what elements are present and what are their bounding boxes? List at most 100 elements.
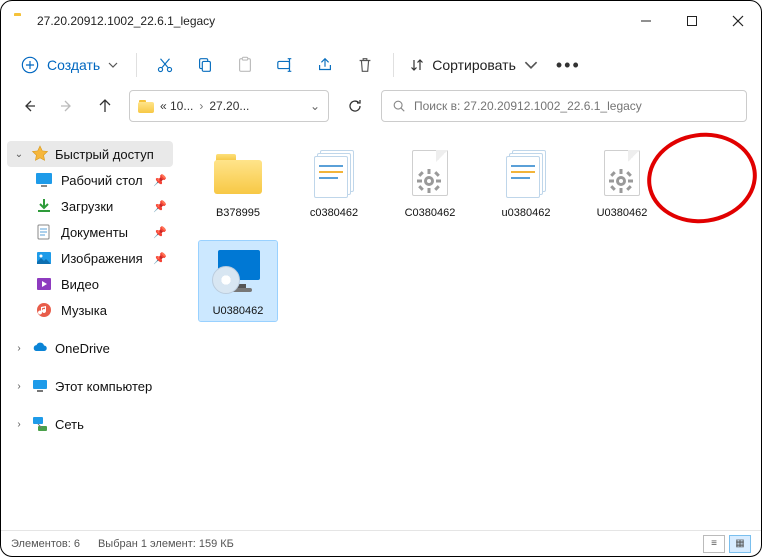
delete-button[interactable] [345,45,385,85]
sidebar-item-downloads[interactable]: Загрузки 📌 [7,193,173,219]
file-label: U0380462 [597,207,648,219]
file-item[interactable]: U0380462 [199,241,277,321]
sort-button[interactable]: Сортировать [402,51,546,79]
sidebar-item-desktop[interactable]: Рабочий стол 📌 [7,167,173,193]
new-button[interactable]: Создать [11,50,128,80]
sidebar-network[interactable]: › Сеть [7,411,173,437]
status-bar: Элементов: 6 Выбран 1 элемент: 159 КБ ≡ … [1,530,761,556]
refresh-icon [347,98,363,114]
folder-icon [13,13,29,29]
sidebar-item-label: Сеть [55,417,84,432]
item-count: Элементов: 6 [11,538,80,550]
sidebar-item-documents[interactable]: Документы 📌 [7,219,173,245]
sort-label: Сортировать [432,57,516,73]
explorer-window: 27.20.20912.1002_22.6.1_legacy Создать [0,0,762,557]
sidebar-item-pictures[interactable]: Изображения 📌 [7,245,173,271]
file-label: B378995 [216,207,260,219]
more-button[interactable]: ••• [546,55,591,76]
pin-icon: 📌 [153,174,167,187]
sidebar-item-music[interactable]: Музыка [7,297,173,323]
plus-circle-icon [21,56,39,74]
toolbar: Создать Сортировать ••• [1,41,761,89]
sidebar-onedrive[interactable]: › OneDrive [7,335,173,361]
chevron-down-icon [108,60,118,70]
pin-icon: 📌 [153,200,167,213]
navigation-bar: « 10... › 27.20... ⌄ [1,89,761,129]
sidebar-item-label: Этот компьютер [55,379,152,394]
breadcrumb-current[interactable]: 27.20... [209,99,249,113]
computer-icon [31,377,49,395]
copy-button[interactable] [185,45,225,85]
chevron-down-icon: ⌄ [13,149,25,160]
rename-icon [276,56,294,74]
view-toggle: ≡ ▦ [703,535,751,553]
breadcrumb-parent[interactable]: « 10... [160,99,193,113]
forward-button[interactable] [53,92,81,120]
clipboard-icon [236,56,254,74]
sidebar-item-label: Быстрый доступ [55,147,154,162]
sidebar-item-label: Изображения [61,251,143,266]
window-title: 27.20.20912.1002_22.6.1_legacy [37,14,623,28]
paste-button[interactable] [225,45,265,85]
new-label: Создать [47,57,100,73]
file-item[interactable]: u0380462 [487,143,565,223]
file-item[interactable]: B378995 [199,143,277,223]
rename-button[interactable] [265,45,305,85]
up-button[interactable] [91,92,119,120]
cut-button[interactable] [145,45,185,85]
sidebar-item-label: Загрузки [61,199,113,214]
copy-icon [196,56,214,74]
folder-icon [138,100,154,113]
chevron-right-icon: › [199,99,203,113]
chevron-right-icon: › [13,343,25,354]
share-button[interactable] [305,45,345,85]
network-icon [31,415,49,433]
sidebar-this-pc[interactable]: › Этот компьютер [7,373,173,399]
file-item[interactable]: c0380462 [295,143,373,223]
close-button[interactable] [715,1,761,41]
music-icon [35,301,53,319]
file-label: C0380462 [405,207,456,219]
separator [136,53,137,77]
folder-icon [214,154,262,194]
settings-file-icon [408,150,452,198]
chevron-right-icon: › [13,419,25,430]
installer-icon [212,250,264,294]
separator [393,53,394,77]
window-controls [623,1,761,41]
file-view[interactable]: B378995 c0380462 C0380462 u0380462 U0380… [179,129,761,530]
search-box[interactable] [381,90,747,122]
file-label: u0380462 [502,207,551,219]
star-icon [31,145,49,163]
search-input[interactable] [414,99,736,113]
file-item[interactable]: C0380462 [391,143,469,223]
desktop-icon [35,171,53,189]
title-bar: 27.20.20912.1002_22.6.1_legacy [1,1,761,41]
sidebar: ⌄ Быстрый доступ Рабочий стол 📌 Загрузки… [1,129,179,530]
chevron-down-icon[interactable]: ⌄ [310,99,320,113]
file-label: c0380462 [310,207,358,219]
pin-icon: 📌 [153,226,167,239]
document-icon [35,223,53,241]
file-item[interactable]: U0380462 [583,143,661,223]
back-button[interactable] [15,92,43,120]
scissors-icon [156,56,174,74]
settings-file-icon [600,150,644,198]
config-file-icon [504,150,548,198]
details-view-button[interactable]: ≡ [703,535,725,553]
sidebar-quick-access[interactable]: ⌄ Быстрый доступ [7,141,173,167]
sidebar-item-videos[interactable]: Видео [7,271,173,297]
address-bar[interactable]: « 10... › 27.20... ⌄ [129,90,329,122]
selection-status: Выбран 1 элемент: 159 КБ [98,538,234,550]
icons-view-button[interactable]: ▦ [729,535,751,553]
maximize-button[interactable] [669,1,715,41]
sidebar-item-label: Музыка [61,303,107,318]
chevron-right-icon: › [13,381,25,392]
minimize-button[interactable] [623,1,669,41]
pictures-icon [35,249,53,267]
refresh-button[interactable] [339,98,371,114]
sort-icon [410,58,424,72]
sidebar-item-label: Документы [61,225,128,240]
ellipsis-icon: ••• [556,55,581,75]
sidebar-item-label: OneDrive [55,341,110,356]
